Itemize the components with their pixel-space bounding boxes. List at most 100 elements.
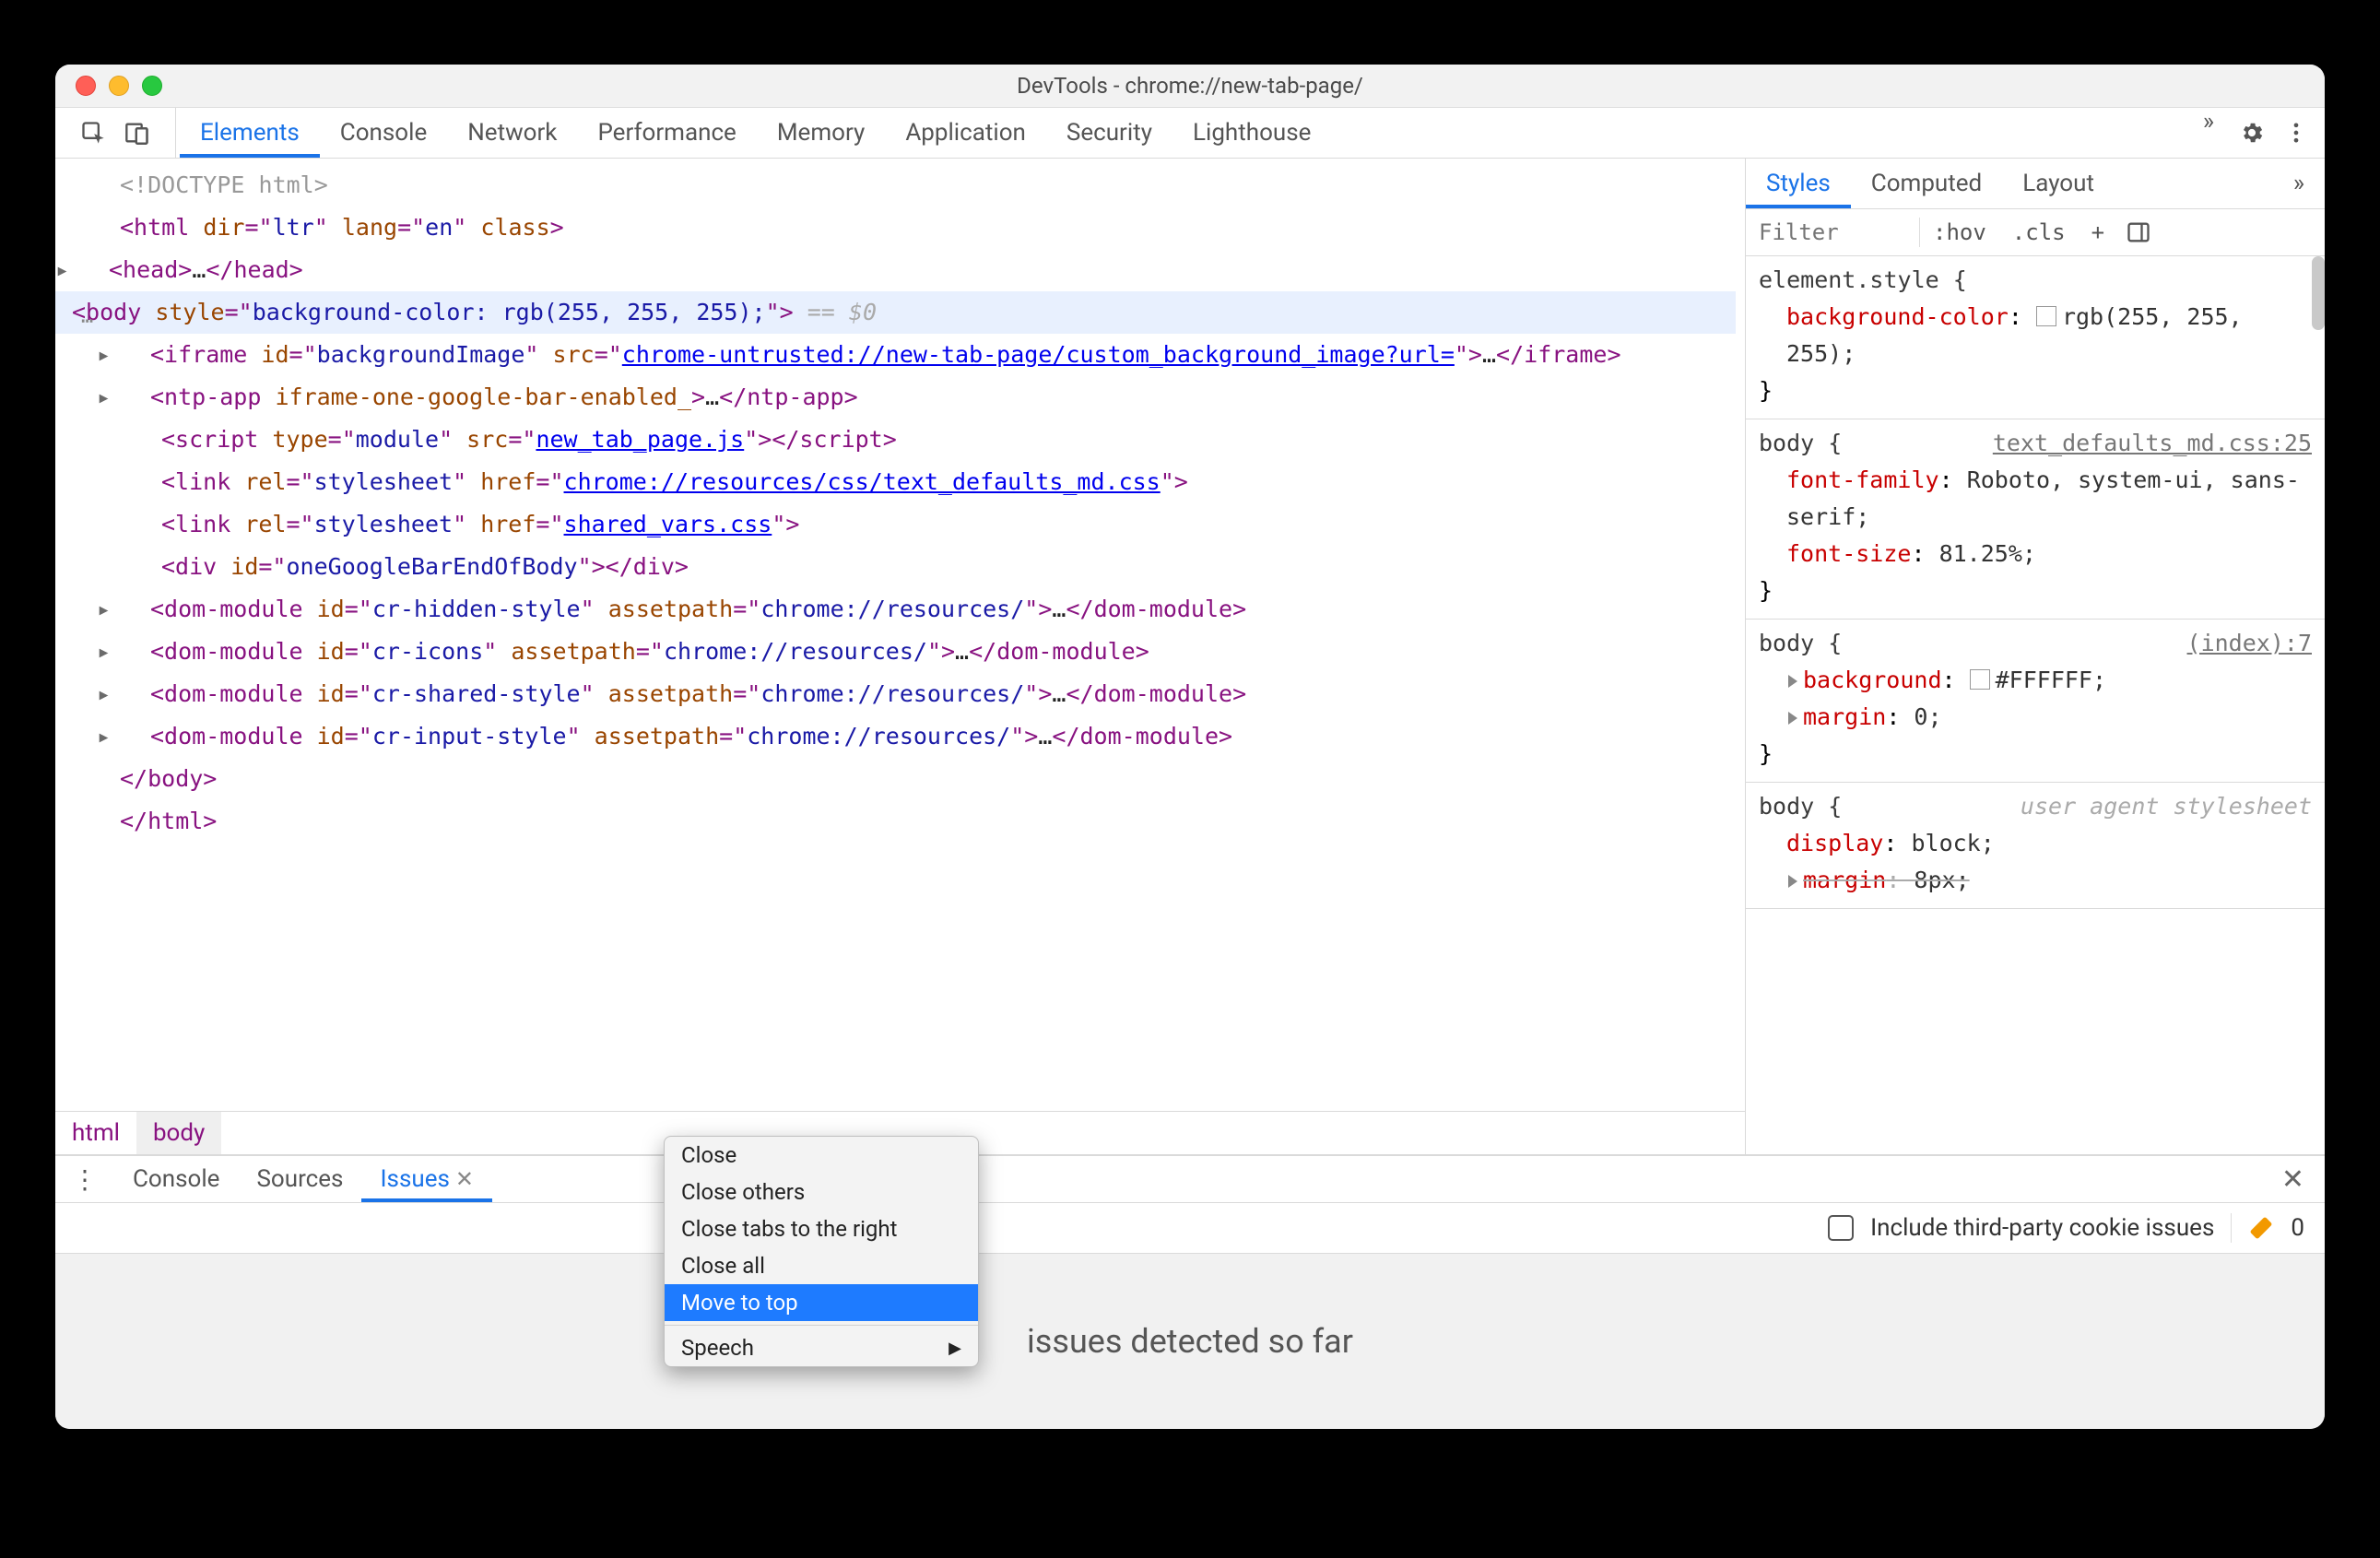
window-title: DevTools - chrome://new-tab-page/ (55, 73, 2325, 99)
expand-caret-icon[interactable] (134, 631, 150, 673)
expand-caret-icon[interactable] (134, 376, 150, 419)
kebab-menu-icon[interactable] (2282, 119, 2310, 147)
expand-caret-icon[interactable] (92, 249, 109, 291)
dom-node[interactable]: <script type="module" src="new_tab_page.… (65, 419, 1736, 461)
issues-count: 0 (2291, 1214, 2304, 1242)
issues-toolbar: Include third-party cookie issues 0 (55, 1203, 2325, 1254)
styles-rules[interactable]: element.style {background-color: rgb(255… (1746, 256, 2325, 1154)
styles-more-tabs-icon[interactable]: » (2273, 159, 2325, 208)
scrollbar-thumb[interactable] (2312, 256, 2325, 330)
tab-performance[interactable]: Performance (577, 108, 756, 158)
css-declaration[interactable]: display: block; (1786, 825, 2312, 862)
main-tabs: ElementsConsoleNetworkPerformanceMemoryA… (176, 108, 2194, 158)
dom-node[interactable]: ⋯<body style="background-color: rgb(255,… (55, 291, 1736, 334)
inspect-element-icon[interactable] (79, 119, 107, 147)
drawer-tab-issues[interactable]: Issues✕ (361, 1156, 492, 1202)
devtools-window: DevTools - chrome://new-tab-page/ Elemen… (55, 65, 2325, 1429)
tab-console[interactable]: Console (320, 108, 447, 158)
hov-toggle[interactable]: :hov (1920, 219, 1999, 245)
device-toggle-icon[interactable] (124, 119, 151, 147)
dom-node[interactable]: <iframe id="backgroundImage" src="chrome… (65, 334, 1736, 376)
more-tabs-icon[interactable]: » (2194, 108, 2223, 158)
main-toolbar: ElementsConsoleNetworkPerformanceMemoryA… (55, 108, 2325, 159)
styles-tab-computed[interactable]: Computed (1851, 159, 2002, 208)
issues-warning-icon[interactable] (2248, 1215, 2274, 1241)
submenu-arrow-icon: ▶ (948, 1339, 961, 1358)
dom-node[interactable]: <div id="oneGoogleBarEndOfBody"></div> (65, 546, 1736, 588)
dom-node[interactable]: <link rel="stylesheet" href="chrome://re… (65, 461, 1736, 503)
close-tab-icon[interactable]: ✕ (455, 1166, 474, 1192)
expand-caret-icon[interactable] (134, 673, 150, 715)
tab-memory[interactable]: Memory (757, 108, 885, 158)
breadcrumb-html[interactable]: html (55, 1112, 136, 1154)
drawer-menu-icon[interactable]: ⋮ (55, 1164, 114, 1195)
tab-network[interactable]: Network (447, 108, 577, 158)
dom-node[interactable]: <html dir="ltr" lang="en" class> (65, 207, 1736, 249)
dom-tree[interactable]: <!DOCTYPE html><html dir="ltr" lang="en"… (55, 159, 1745, 1111)
css-declaration[interactable]: font-size: 81.25%; (1786, 536, 2312, 572)
tab-elements[interactable]: Elements (180, 108, 320, 158)
drawer-tab-console[interactable]: Console (114, 1156, 238, 1202)
context-menu[interactable]: CloseClose othersClose tabs to the right… (664, 1136, 979, 1367)
panel-body: <!DOCTYPE html><html dir="ltr" lang="en"… (55, 159, 2325, 1154)
styles-tab-layout[interactable]: Layout (2002, 159, 2115, 208)
drawer-tab-sources[interactable]: Sources (238, 1156, 361, 1202)
close-window-icon[interactable] (76, 76, 96, 96)
context-menu-item[interactable]: Close tabs to the right (665, 1210, 978, 1247)
drawer: ⋮ ConsoleSourcesIssues✕ ✕ Include third-… (55, 1154, 2325, 1429)
styles-tabs: StylesComputedLayout » (1746, 159, 2325, 209)
elements-panel: <!DOCTYPE html><html dir="ltr" lang="en"… (55, 159, 1746, 1154)
dom-node[interactable]: <link rel="stylesheet" href="shared_vars… (65, 503, 1736, 546)
dom-node[interactable]: <dom-module id="cr-shared-style" assetpa… (65, 673, 1736, 715)
settings-icon[interactable] (2238, 119, 2266, 147)
context-menu-item[interactable]: Speech▶ (665, 1329, 978, 1366)
dom-node[interactable]: </html> (65, 800, 1736, 843)
context-menu-item[interactable]: Close (665, 1137, 978, 1174)
maximize-window-icon[interactable] (142, 76, 162, 96)
cls-toggle[interactable]: .cls (1999, 219, 2079, 245)
context-menu-item[interactable]: Move to top (665, 1284, 978, 1321)
dom-node[interactable]: <head>…</head> (65, 249, 1736, 291)
css-declaration[interactable]: background: #FFFFFF; (1786, 662, 2312, 699)
sidebar-toggle-icon[interactable] (2125, 218, 2152, 246)
minimize-window-icon[interactable] (109, 76, 129, 96)
context-menu-item[interactable]: Close others (665, 1174, 978, 1210)
styles-tab-styles[interactable]: Styles (1746, 159, 1851, 208)
include-third-party-label: Include third-party cookie issues (1870, 1214, 2214, 1242)
new-rule-icon[interactable]: + (2079, 219, 2117, 245)
dom-node[interactable]: <ntp-app iframe-one-google-bar-enabled_>… (65, 376, 1736, 419)
css-declaration[interactable]: margin: 0; (1786, 699, 2312, 736)
dom-node[interactable]: <dom-module id="cr-input-style" assetpat… (65, 715, 1736, 758)
css-rule[interactable]: body {text_defaults_md.css:25font-family… (1746, 419, 2325, 620)
styles-panel: StylesComputedLayout » :hov .cls + elemen… (1746, 159, 2325, 1154)
expand-caret-icon[interactable] (134, 715, 150, 758)
css-rule[interactable]: body {(index):7background: #FFFFFF;margi… (1746, 620, 2325, 783)
css-declaration[interactable]: margin: 8px; (1786, 862, 2312, 899)
breadcrumb-body[interactable]: body (136, 1112, 221, 1154)
rule-source-link[interactable]: (index):7 (2187, 625, 2312, 662)
styles-filter-input[interactable] (1746, 219, 1919, 245)
expand-caret-icon[interactable] (134, 588, 150, 631)
context-menu-item[interactable]: Close all (665, 1247, 978, 1284)
css-rule[interactable]: body {user agent stylesheetdisplay: bloc… (1746, 783, 2325, 909)
css-rule[interactable]: element.style {background-color: rgb(255… (1746, 256, 2325, 419)
rule-source-link: user agent stylesheet (2021, 788, 2312, 825)
expand-caret-icon[interactable] (134, 334, 150, 376)
css-declaration[interactable]: font-family: Roboto, system-ui, sans-ser… (1786, 462, 2312, 536)
tab-lighthouse[interactable]: Lighthouse (1172, 108, 1331, 158)
expand-caret-icon[interactable] (55, 291, 72, 334)
styles-filter-bar: :hov .cls + (1746, 209, 2325, 256)
issues-empty-text: issues detected so far (1027, 1322, 1353, 1361)
dom-node[interactable]: <dom-module id="cr-icons" assetpath="chr… (65, 631, 1736, 673)
include-third-party-checkbox[interactable] (1828, 1215, 1854, 1241)
drawer-tabs: ⋮ ConsoleSourcesIssues✕ ✕ (55, 1156, 2325, 1203)
dom-node[interactable]: <dom-module id="cr-hidden-style" assetpa… (65, 588, 1736, 631)
traffic-lights (55, 76, 162, 96)
window-titlebar: DevTools - chrome://new-tab-page/ (55, 65, 2325, 108)
css-declaration[interactable]: background-color: rgb(255, 255, 255); (1786, 299, 2312, 372)
tab-security[interactable]: Security (1046, 108, 1172, 158)
rule-source-link[interactable]: text_defaults_md.css:25 (1993, 425, 2312, 462)
tab-application[interactable]: Application (885, 108, 1046, 158)
dom-node[interactable]: </body> (65, 758, 1736, 800)
drawer-close-icon[interactable]: ✕ (2261, 1163, 2325, 1196)
